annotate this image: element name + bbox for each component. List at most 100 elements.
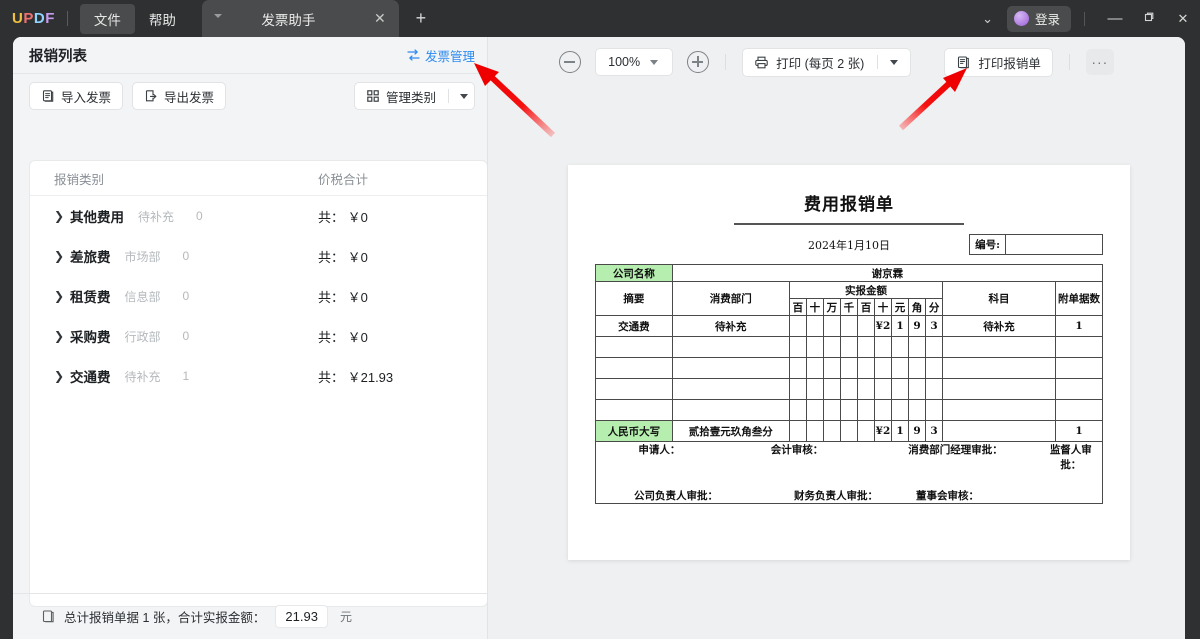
table-row-data[interactable]: 交通费 待补充 ¥2 1 9 3 待补充 1: [596, 316, 1103, 337]
table-row-empty[interactable]: [596, 400, 1103, 421]
caret-down-icon[interactable]: [890, 60, 898, 65]
footer-unit: 元: [340, 608, 352, 625]
total-value: 贰拾壹元玖角叁分: [672, 421, 789, 442]
print-form-button[interactable]: 打印报销单: [944, 48, 1053, 77]
tab-invoice-assistant[interactable]: 发票助手 ✕: [202, 0, 399, 37]
switch-icon: [407, 49, 420, 61]
list-item[interactable]: ❯ 其他费用 待补充 0 共： ￥0: [30, 196, 487, 236]
amount-unit: 百: [857, 299, 874, 316]
list-item[interactable]: ❯ 租赁费 信息部 0 共： ￥0: [30, 276, 487, 316]
chevron-right-icon[interactable]: ❯: [54, 369, 70, 383]
chevron-right-icon[interactable]: ❯: [54, 209, 70, 223]
chevron-right-icon[interactable]: ❯: [54, 249, 70, 263]
page-title: 报销列表: [29, 45, 87, 66]
table-row-signatures: 申请人： 会计审核： 消费部门经理审批： 监督人审批： 公司负责人审批： 财务负…: [596, 442, 1103, 504]
header-attachments: 附单据数: [1055, 282, 1102, 316]
zoom-in-icon[interactable]: [687, 51, 709, 73]
company-value[interactable]: 谢京霖: [672, 265, 1102, 282]
caret-down-icon[interactable]: [460, 94, 468, 99]
column-header-amount: 价税合计: [318, 169, 368, 188]
cell-attachments: 1: [1055, 316, 1102, 337]
list-item-dept: 市场部: [125, 248, 161, 265]
left-panel-toolbar: 导入发票 导出发票 管理类别: [13, 74, 487, 118]
cell-digit: 1: [892, 316, 909, 337]
footer-amount: 21.93: [275, 605, 328, 628]
minimize-button[interactable]: —: [1098, 10, 1132, 27]
more-options-button[interactable]: ···: [1086, 49, 1114, 75]
table-row-total: 人民币大写 贰拾壹元玖角叁分 ¥2 1 9 3 1: [596, 421, 1103, 442]
header-department: 消费部门: [672, 282, 789, 316]
plus-icon[interactable]: +: [409, 8, 433, 29]
preview-panel: 100% 打印 (每页 2 张): [488, 37, 1185, 639]
menu-help[interactable]: 帮助: [135, 4, 190, 34]
caret-down-icon[interactable]: [650, 60, 658, 65]
sig-finance-head: 财务负责人审批：: [756, 488, 916, 503]
cell-digit: [806, 316, 823, 337]
document-number-value[interactable]: [1006, 235, 1102, 254]
menu-file[interactable]: 文件: [80, 4, 135, 34]
login-button[interactable]: 登录: [1007, 6, 1071, 32]
total-digit: 3: [926, 421, 943, 442]
manage-category-button[interactable]: 管理类别: [354, 82, 475, 110]
table-row-empty[interactable]: [596, 337, 1103, 358]
chevron-down-icon[interactable]: ⌄: [968, 11, 1007, 27]
maximize-button[interactable]: [1132, 11, 1166, 26]
total-digit: [857, 421, 874, 442]
print-button[interactable]: 打印 (每页 2 张): [742, 48, 911, 77]
form-icon: [956, 55, 971, 70]
document-title: 费用报销单: [595, 190, 1103, 215]
list-item-count: 0: [196, 209, 203, 223]
list-item-total: 共： ￥0: [318, 287, 368, 306]
import-invoice-button[interactable]: 导入发票: [29, 82, 123, 110]
total-digit: [789, 421, 806, 442]
cell-digit: [840, 316, 857, 337]
sig-board: 董事会审核：: [916, 488, 979, 503]
close-icon[interactable]: ✕: [369, 10, 391, 27]
amount-unit: 十: [874, 299, 891, 316]
chevron-right-icon[interactable]: ❯: [54, 329, 70, 343]
header-subject: 科目: [943, 282, 1056, 316]
list-item[interactable]: ❯ 采购费 行政部 0 共： ￥0: [30, 316, 487, 356]
total-subject: [943, 421, 1056, 442]
sig-supervisor: 监督人审批：: [1040, 442, 1102, 472]
close-button[interactable]: ✕: [1166, 11, 1200, 27]
expense-table: 公司名称 谢京霖 摘要 消费部门 实报金额 科目 附单据数 百 十 万: [595, 264, 1103, 504]
amount-unit: 角: [909, 299, 926, 316]
table-row-empty[interactable]: [596, 358, 1103, 379]
list-item-name: 其他费用: [70, 206, 124, 226]
document-preview[interactable]: 费用报销单 2024年1月10日 编号:: [568, 165, 1130, 560]
zoom-out-icon[interactable]: [559, 51, 581, 73]
divider: [725, 54, 726, 70]
login-label: 登录: [1035, 9, 1060, 28]
preview-toolbar: 100% 打印 (每页 2 张): [488, 37, 1185, 87]
print-label: 打印 (每页 2 张): [776, 53, 864, 72]
zoom-level-select[interactable]: 100%: [595, 48, 673, 76]
list-item-total: 共： ￥0: [318, 207, 368, 226]
total-label: 人民币大写: [596, 421, 673, 442]
table-row-empty[interactable]: [596, 379, 1103, 400]
invoice-management-link[interactable]: 发票管理: [407, 46, 475, 65]
avatar: [1014, 11, 1029, 26]
cell-digit: [789, 316, 806, 337]
total-digit: ¥2: [874, 421, 891, 442]
list-item[interactable]: ❯ 交通费 待补充 1 共： ￥21.93: [30, 356, 487, 396]
zoom-level-value: 100%: [608, 55, 640, 69]
export-invoice-button[interactable]: 导出发票: [132, 82, 226, 110]
print-form-label: 打印报销单: [978, 53, 1041, 72]
sig-company-head: 公司负责人审批：: [596, 488, 756, 503]
signature-line-1: 申请人： 会计审核： 消费部门经理审批： 监督人审批：: [596, 442, 1102, 472]
sig-accounting: 会计审核：: [723, 442, 872, 472]
document-number-field[interactable]: 编号:: [969, 234, 1103, 255]
cell-digit: [823, 316, 840, 337]
import-icon: [41, 89, 55, 103]
list-item[interactable]: ❯ 差旅费 市场部 0 共： ￥0: [30, 236, 487, 276]
document-date-row: 2024年1月10日 编号:: [595, 234, 1103, 256]
column-header-category: 报销类别: [30, 169, 318, 188]
chevron-right-icon[interactable]: ❯: [54, 289, 70, 303]
list-item-count: 1: [183, 369, 190, 383]
list-item-name: 交通费: [70, 366, 111, 386]
caret-down-icon[interactable]: [214, 14, 222, 18]
left-panel-footer: 总计报销单据 1 张，合计实报金额： 21.93 元: [13, 593, 487, 639]
total-digit: [823, 421, 840, 442]
total-digit: 1: [892, 421, 909, 442]
